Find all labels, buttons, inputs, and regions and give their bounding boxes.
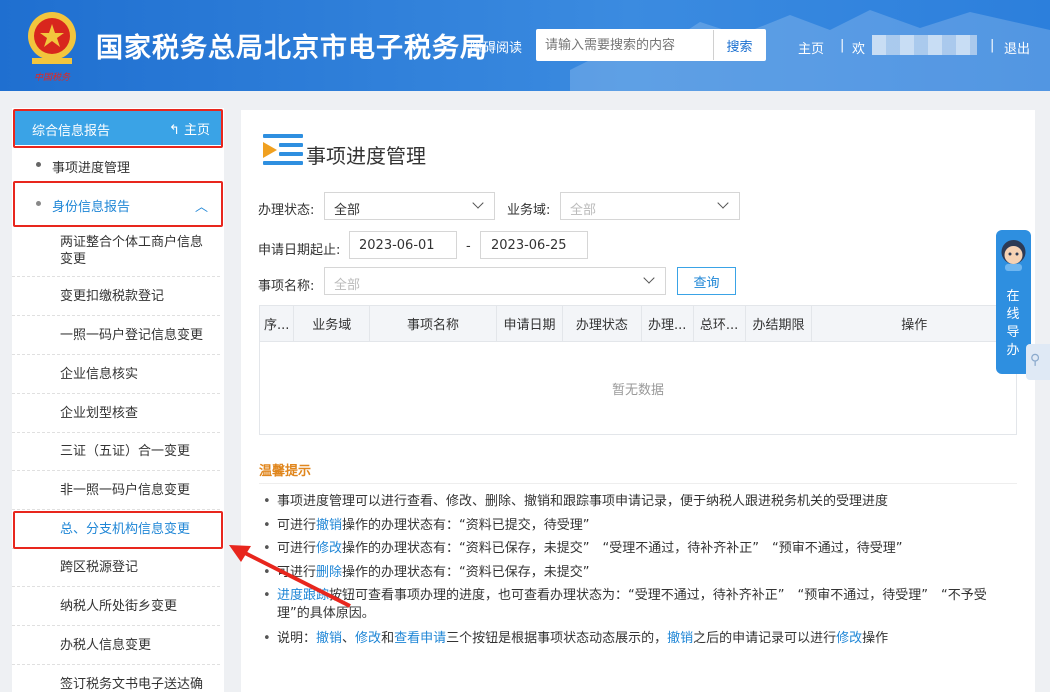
sidebar-sub-item[interactable]: 两证整合个体工商户信息变更 [12,234,220,277]
date-start-input[interactable]: 2023-06-01 [349,231,457,259]
column-header[interactable]: 办理状态 [561,305,642,342]
tip-text: 按钮可查看事项办理的进度，也可查看办理状态为：“受理不通过，待补齐补正” “预审… [277,588,987,621]
status-label: 办理状态: [258,203,315,218]
domain-select-value: 全部 [570,203,597,218]
date-separator: - [466,239,471,254]
column-header[interactable]: 业务域 [293,305,370,342]
nav-welcome: 欢 [852,42,866,57]
sidebar-item-progress-label: 事项进度管理 [52,161,131,176]
date-end-value: 2023-06-25 [491,238,567,253]
site-title: 国家税务总局北京市电子税务局 [96,33,488,64]
chevron-down-icon [643,272,655,284]
logo-signature: 中国税务 [34,72,71,83]
sidebar-sub-item[interactable]: 三证（五证）合一变更 [12,443,220,471]
query-button[interactable]: 查询 [677,267,736,295]
search-input[interactable] [537,30,713,60]
sidebar-sub-item[interactable]: 变更扣缴税款登记 [12,288,220,316]
bullet-icon [36,162,41,167]
domain-label: 业务域: [507,203,551,218]
search-star-icon: ⚲ [1030,352,1041,368]
search-box: 搜索 [536,29,766,61]
column-header[interactable]: 申请日期 [496,305,563,342]
tip-text: 事项进度管理可以进行查看、修改、删除、撤销和跟踪事项申请记录，便于纳税人跟进税务… [277,494,889,509]
tip-highlight: 撤销 [316,631,343,646]
user-name-blurred [872,35,977,55]
item-name-select[interactable]: 全部 [324,267,666,295]
domain-select[interactable]: 全部 [560,192,740,220]
assistant-avatar-icon [1001,240,1026,271]
item-name-select-value: 全部 [334,278,361,293]
column-header[interactable]: 办理... [640,305,694,342]
main-panel: 事项进度管理 办理状态: 全部 业务域: 全部 申请日期起止: 2023-06-… [241,110,1035,692]
nav-separator: | [840,38,845,53]
date-range-label: 申请日期起止: [258,243,341,258]
empty-text: 暂无数据 [611,383,664,398]
tip-text: 三个按钮是根据事项状态动态展示的， [446,631,668,646]
tax-emblem-icon: 中国税务 [28,12,76,83]
search-button[interactable]: 搜索 [713,30,765,60]
status-select[interactable]: 全部 [324,192,495,220]
progress-table: 序... 业务域 事项名称 申请日期 办理状态 办理... 总环... 办结期限… [258,305,1017,342]
sidebar-sub-item[interactable]: 一照一码户登记信息变更 [12,327,220,355]
date-start-value: 2023-06-01 [359,238,435,253]
tip-highlight: 查看申请 [394,631,447,646]
tip-item: 说明：撤销、修改和查看申请三个按钮是根据事项状态动态展示的，撤销之后的申请记录可… [263,630,1015,648]
table-empty-state: 暂无数据 [259,341,1017,435]
sidebar-sub-item[interactable]: 纳税人所处街乡变更 [12,598,220,626]
item-name-label: 事项名称: [258,279,315,294]
tip-item: 可进行删除操作的办理状态有：“资料已保存，未提交” [263,564,1015,582]
annotation-box [13,181,223,227]
date-end-input[interactable]: 2023-06-25 [480,231,588,259]
tip-text: 可进行 [277,518,317,533]
logout-link[interactable]: 退出 [1004,38,1030,57]
table-header-row: 序... 业务域 事项名称 申请日期 办理状态 办理... 总环... 办结期限… [258,305,1017,342]
sidebar-sub-item[interactable]: 企业划型核查 [12,405,220,433]
tip-item: 可进行撤销操作的办理状态有：“资料已提交，待受理” [263,517,1015,535]
tip-item: 可进行修改操作的办理状态有：“资料已保存，未提交” “受理不通过，待补齐补正” … [263,540,1015,558]
chevron-down-icon [717,197,729,209]
tip-text: 操作 [862,631,889,646]
tip-text: 操作的办理状态有：“资料已保存，未提交” [342,565,590,580]
column-header[interactable]: 序... [258,305,295,342]
annotation-box [13,511,223,549]
accessibility-link[interactable]: 障碍阅读 [470,37,522,56]
sidebar: 综合信息报告 ↰ 主页 事项进度管理 身份信息报告 ︿ 两证整合个体工商户信息变… [12,108,224,692]
tip-text: 操作的办理状态有：“资料已提交，待受理” [342,518,590,533]
tip-item: 事项进度管理可以进行查看、修改、删除、撤销和跟踪事项申请记录，便于纳税人跟进税务… [263,493,1015,511]
column-header[interactable]: 事项名称 [368,305,498,342]
tip-text: 说明： [277,631,317,646]
nav-separator-2: | [990,38,995,53]
status-select-value: 全部 [334,203,361,218]
tips-title: 温馨提示 [259,464,312,479]
sidebar-sub-item[interactable]: 签订税务文书电子送达确认 [12,676,220,692]
annotation-arrow-icon [229,545,351,608]
tip-highlight: 修改 [836,631,863,646]
column-header[interactable]: 总环... [692,305,746,342]
sidebar-sub-item[interactable]: 企业信息核实 [12,366,220,394]
online-guide-label: 在线导办 [1006,289,1020,358]
tip-text: 和 [381,631,395,646]
tip-highlight-revoke: 撤销 [316,518,343,533]
tip-text: 、 [342,631,356,646]
column-header[interactable]: 操作 [811,305,1017,342]
tip-text: 操作的办理状态有：“资料已保存，未提交” “受理不通过，待补齐补正” “预审不通… [342,541,903,556]
sidebar-sub-item[interactable]: 办税人信息变更 [12,637,220,665]
sidebar-sub-item[interactable]: 跨区税源登记 [12,559,220,587]
sidebar-sub-item[interactable]: 非一照一码户信息变更 [12,482,220,510]
sidebar-item-progress[interactable]: 事项进度管理 [12,156,224,176]
tip-text: 之后的申请记录可以进行 [693,631,837,646]
tip-highlight: 撤销 [667,631,694,646]
nav-home-link[interactable]: 主页 [798,38,824,57]
site-header: 中国税务 国家税务总局北京市电子税务局 障碍阅读 搜索 主页 | 欢 | 退出 [0,0,1050,91]
progress-list-icon [263,134,303,165]
tip-highlight: 修改 [355,631,382,646]
chevron-down-icon [472,197,484,209]
annotation-box [13,109,223,148]
tip-item: 进度跟踪按钮可查看事项办理的进度，也可查看办理状态为：“受理不通过，待补齐补正”… [263,587,1015,623]
tips-divider [259,483,1017,484]
side-search-tab[interactable]: ⚲ [1026,344,1050,380]
page-title: 事项进度管理 [306,144,426,168]
column-header[interactable]: 办结期限 [744,305,813,342]
